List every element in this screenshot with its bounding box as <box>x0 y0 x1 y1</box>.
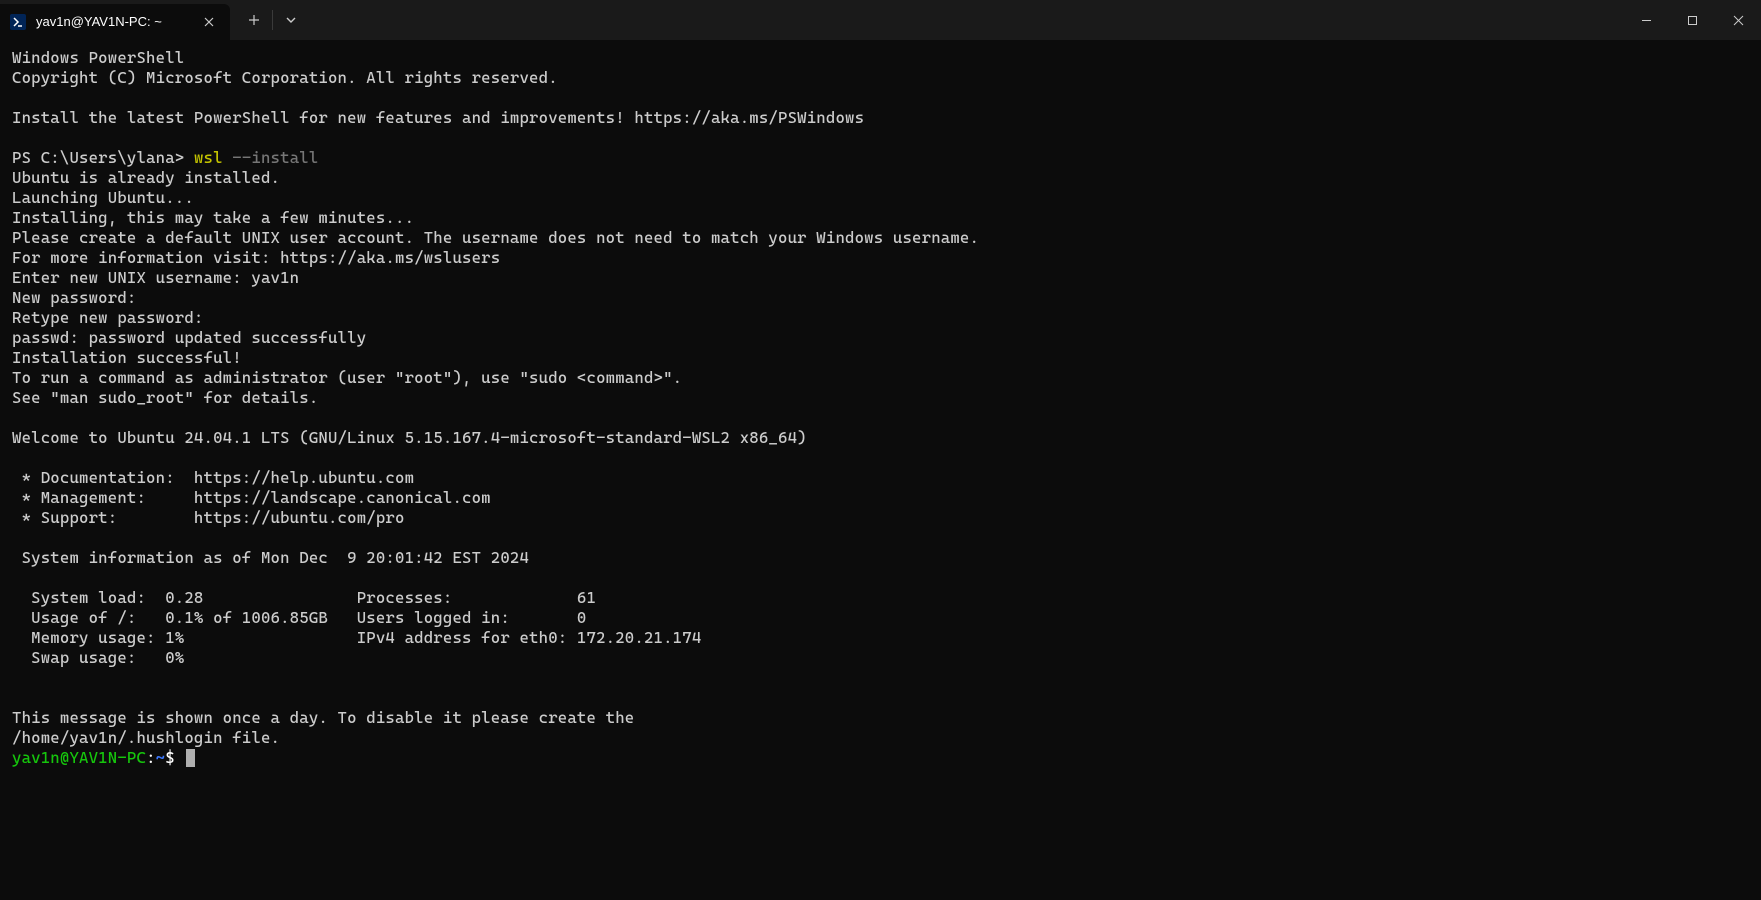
new-tab-button[interactable] <box>236 0 272 40</box>
terminal-line <box>12 528 1749 548</box>
terminal-line <box>12 408 1749 428</box>
terminal-line: Installation successful! <box>12 348 1749 368</box>
tabs-region: yav1n@YAV1N-PC: ~ <box>0 0 309 40</box>
terminal-line <box>12 128 1749 148</box>
cmd-args: --install <box>223 148 319 167</box>
prompt-line: PS C:\Users\ylana> wsl --install <box>12 148 1749 168</box>
maximize-button[interactable] <box>1669 0 1715 40</box>
terminal-line: Usage of /: 0.1% of 1006.85GB Users logg… <box>12 608 1749 628</box>
window-controls <box>1623 0 1761 40</box>
cmd-executable: wsl <box>194 148 223 167</box>
terminal-line: Launching Ubuntu... <box>12 188 1749 208</box>
terminal-line: This message is shown once a day. To dis… <box>12 708 1749 728</box>
tab-actions <box>236 0 309 40</box>
terminal-line: To run a command as administrator (user … <box>12 368 1749 388</box>
ps-prompt: PS C:\Users\ylana> <box>12 148 194 167</box>
cursor-icon <box>186 749 195 767</box>
terminal-line: * Support: https://ubuntu.com/pro <box>12 508 1749 528</box>
terminal-line <box>12 448 1749 468</box>
terminal-line <box>12 668 1749 688</box>
bash-prompt-colon: : <box>146 748 156 767</box>
terminal-line: Ubuntu is already installed. <box>12 168 1749 188</box>
bash-prompt-line: yav1n@YAV1N-PC:~$ <box>12 748 1749 768</box>
terminal-line: Retype new password: <box>12 308 1749 328</box>
output-lines: Ubuntu is already installed.Launching Ub… <box>12 168 1749 748</box>
terminal-line: System load: 0.28 Processes: 61 <box>12 588 1749 608</box>
terminal-line: Copyright (C) Microsoft Corporation. All… <box>12 68 1749 88</box>
tab-title: yav1n@YAV1N-PC: ~ <box>36 14 190 30</box>
terminal-line: For more information visit: https://aka.… <box>12 248 1749 268</box>
terminal-line: Memory usage: 1% IPv4 address for eth0: … <box>12 628 1749 648</box>
terminal-line: passwd: password updated successfully <box>12 328 1749 348</box>
terminal-line: Enter new UNIX username: yav1n <box>12 268 1749 288</box>
bash-prompt-path: ~ <box>156 748 166 767</box>
close-button[interactable] <box>1715 0 1761 40</box>
tab-active[interactable]: yav1n@YAV1N-PC: ~ <box>0 4 230 40</box>
tab-close-button[interactable] <box>200 13 218 31</box>
terminal-line: * Management: https://landscape.canonica… <box>12 488 1749 508</box>
terminal-line <box>12 568 1749 588</box>
terminal-line: Windows PowerShell <box>12 48 1749 68</box>
terminal-line: Installing, this may take a few minutes.… <box>12 208 1749 228</box>
bash-prompt-dollar: $ <box>165 748 184 767</box>
terminal-line: New password: <box>12 288 1749 308</box>
powershell-icon <box>10 14 26 30</box>
bash-prompt-user: yav1n@YAV1N-PC <box>12 748 146 767</box>
titlebar: yav1n@YAV1N-PC: ~ <box>0 0 1761 40</box>
minimize-button[interactable] <box>1623 0 1669 40</box>
terminal-line <box>12 88 1749 108</box>
terminal-line: * Documentation: https://help.ubuntu.com <box>12 468 1749 488</box>
terminal-line <box>12 688 1749 708</box>
terminal-line: See "man sudo_root" for details. <box>12 388 1749 408</box>
terminal-line: /home/yav1n/.hushlogin file. <box>12 728 1749 748</box>
terminal-line: Install the latest PowerShell for new fe… <box>12 108 1749 128</box>
terminal-line: Please create a default UNIX user accoun… <box>12 228 1749 248</box>
terminal-line: System information as of Mon Dec 9 20:01… <box>12 548 1749 568</box>
terminal-area[interactable]: Windows PowerShellCopyright (C) Microsof… <box>0 40 1761 900</box>
tab-dropdown-button[interactable] <box>273 0 309 40</box>
terminal-line: Swap usage: 0% <box>12 648 1749 668</box>
terminal-line: Welcome to Ubuntu 24.04.1 LTS (GNU/Linux… <box>12 428 1749 448</box>
